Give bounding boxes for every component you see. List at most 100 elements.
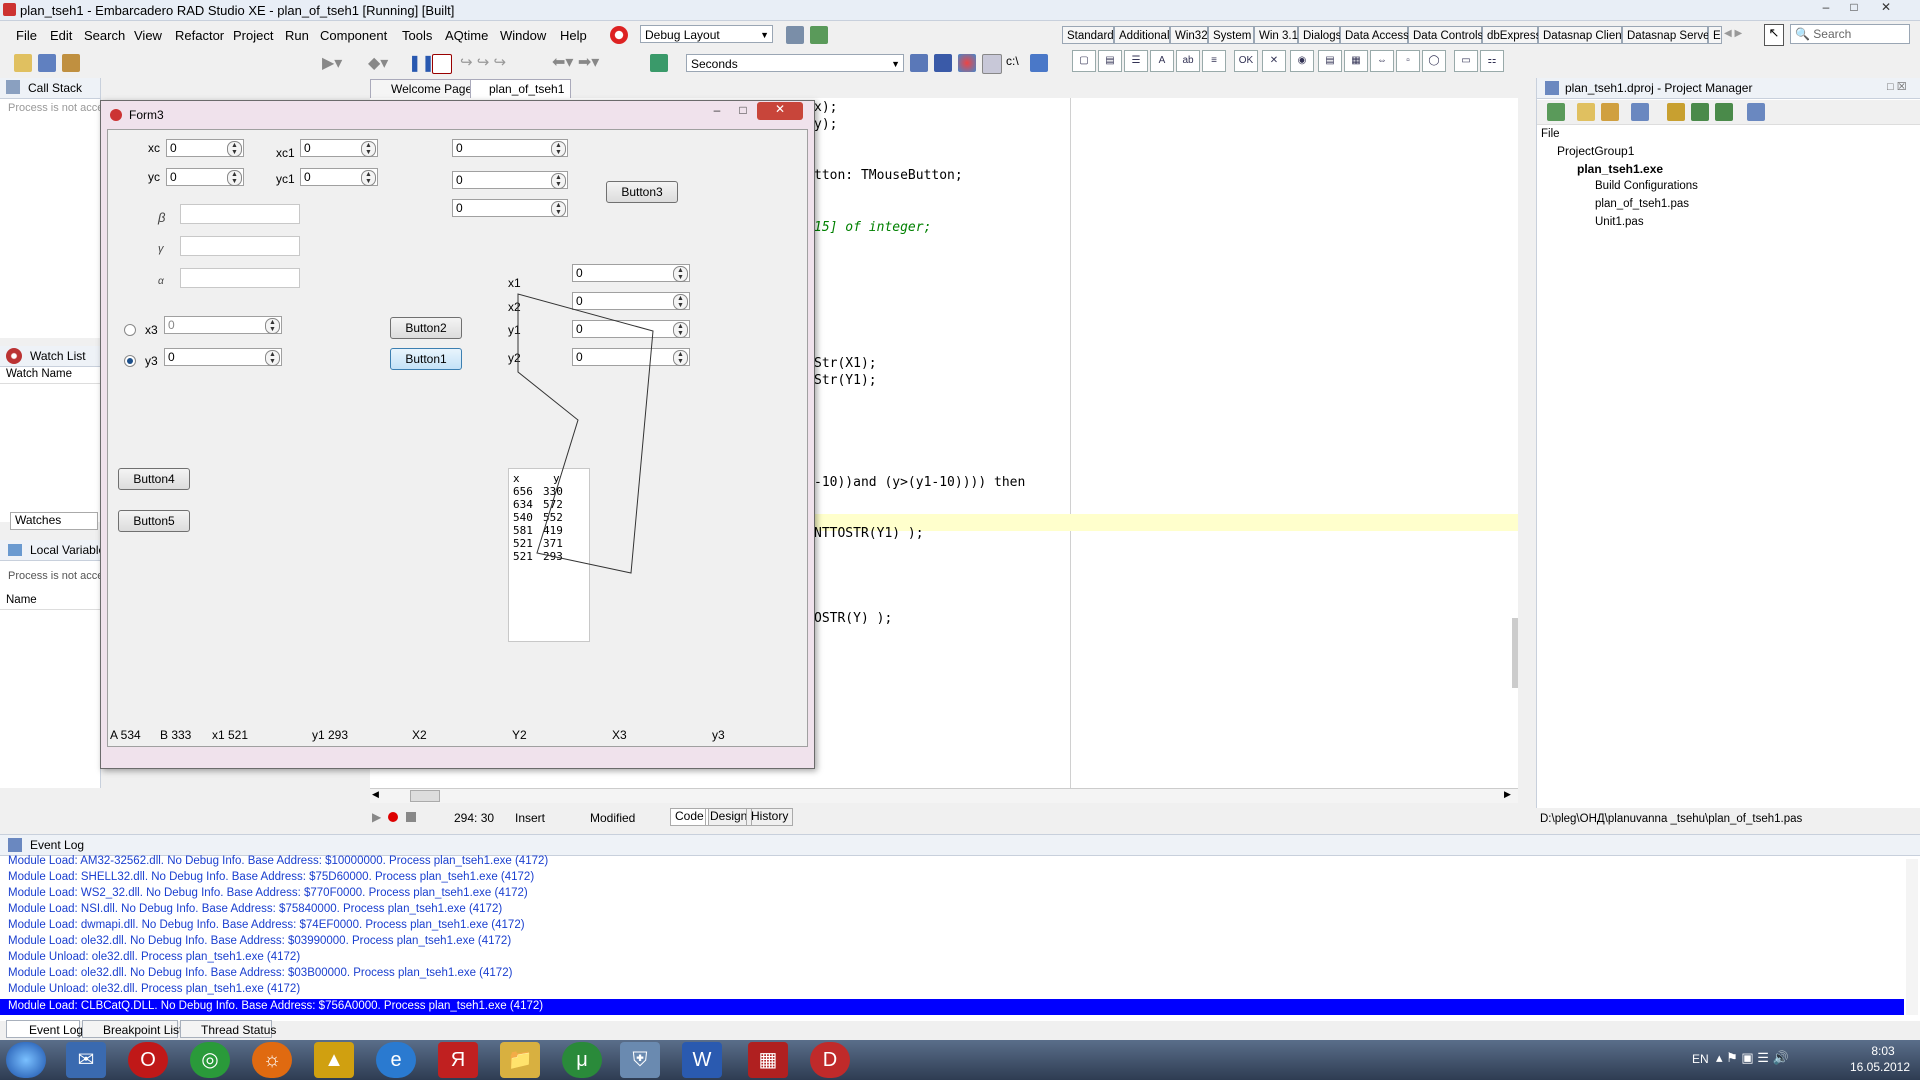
trace-into-icon[interactable]: ↪ ↪ ↪ xyxy=(460,53,506,71)
mainmenu-icon[interactable]: ▤ xyxy=(1098,50,1122,72)
hscroll-left-icon[interactable]: ◀ xyxy=(372,789,379,800)
pin-close-icon[interactable]: □ ☒ xyxy=(1887,80,1907,93)
start-button[interactable] xyxy=(6,1042,46,1078)
menu-help[interactable]: Help xyxy=(560,28,587,43)
tree-unit1-pas[interactable]: Unit1.pas xyxy=(1595,216,1644,228)
button-icon[interactable]: OK xyxy=(1234,50,1258,72)
menu-window[interactable]: Window xyxy=(500,28,546,43)
menu-refactor[interactable]: Refactor xyxy=(175,28,224,43)
menu-component[interactable]: Component xyxy=(320,28,387,43)
close-button[interactable]: ✕ xyxy=(1874,0,1898,16)
tree-project-exe[interactable]: plan_tseh1.exe xyxy=(1577,162,1663,176)
aq-run-icon[interactable] xyxy=(910,54,928,72)
tab-thread-status[interactable]: Thread Status xyxy=(180,1020,276,1038)
watches-tab[interactable]: Watches xyxy=(10,512,98,530)
log-scrollbar[interactable] xyxy=(1906,859,1918,1015)
stop-icon[interactable] xyxy=(610,26,628,44)
menu-run[interactable]: Run xyxy=(285,28,309,43)
ie-icon[interactable]: e xyxy=(376,1042,416,1078)
explorer-icon[interactable]: 📁 xyxy=(500,1042,540,1078)
edit-icon[interactable]: ab xyxy=(1176,50,1200,72)
security-shield-icon[interactable]: ⛨ xyxy=(620,1042,660,1078)
menu-aqtime[interactable]: AQtime xyxy=(445,28,488,43)
palette-tab-additional[interactable]: Additional xyxy=(1114,26,1170,44)
popupmenu-icon[interactable]: ☰ xyxy=(1124,50,1148,72)
add-file-icon[interactable] xyxy=(1577,103,1595,121)
step-icon[interactable]: ◆▾ xyxy=(368,53,388,73)
layout-combo[interactable]: Debug Layout ▼ xyxy=(640,25,773,43)
aq-chart-icon[interactable] xyxy=(958,54,976,72)
layout-switch-icon[interactable] xyxy=(810,26,828,44)
run-icon[interactable]: ▶▾ xyxy=(322,53,342,73)
palette-tab-standard[interactable]: Standard xyxy=(1062,26,1114,44)
aq-options-icon[interactable] xyxy=(982,54,1002,74)
remove-file-icon[interactable] xyxy=(1601,103,1619,121)
open-project-icon[interactable] xyxy=(62,54,80,72)
palette-tab-more[interactable]: E xyxy=(1708,26,1722,44)
palette-tab-data-access[interactable]: Data Access xyxy=(1340,26,1409,44)
activate-icon[interactable] xyxy=(1547,103,1565,121)
checkbox-icon[interactable]: ✕ xyxy=(1262,50,1286,72)
memo-icon[interactable]: ≡ xyxy=(1202,50,1226,72)
palette-search[interactable]: 🔍 Search xyxy=(1790,24,1910,44)
palette-tab-datasnap-server[interactable]: Datasnap Server xyxy=(1622,26,1713,44)
new-icon[interactable] xyxy=(14,54,32,72)
menu-search[interactable]: Search xyxy=(84,28,125,43)
editor-vscroll-thumb[interactable] xyxy=(1512,618,1518,688)
palette-tab-datasnap-client[interactable]: Datasnap Client xyxy=(1538,26,1625,44)
back-icon[interactable]: ⬅▾ ➡▾ xyxy=(552,52,599,72)
menu-file[interactable]: File xyxy=(16,28,37,43)
form3-close-button[interactable]: ✕ xyxy=(757,102,803,120)
groupbox-icon[interactable]: ▫ xyxy=(1396,50,1420,72)
combobox-icon[interactable]: ▦ xyxy=(1344,50,1368,72)
palette-tab-dbexpress[interactable]: dbExpress xyxy=(1482,26,1541,44)
form3-minimize-button[interactable]: – xyxy=(705,103,729,119)
pointer-icon[interactable]: ↖ xyxy=(1764,24,1784,46)
yandex-icon[interactable]: Я xyxy=(438,1042,478,1078)
help-icon[interactable] xyxy=(1030,54,1048,72)
tray-icons[interactable]: ▴ ⚑ ▣ ☰ 🔊 xyxy=(1716,1050,1789,1066)
aq-results-icon[interactable] xyxy=(934,54,952,72)
editor-hscrollbar[interactable]: ◀ ▶ xyxy=(370,788,1518,803)
language-indicator[interactable]: EN xyxy=(1692,1052,1709,1066)
actionlist-icon[interactable]: ⚏ xyxy=(1480,50,1504,72)
view-icon[interactable] xyxy=(1747,103,1765,121)
maximize-button[interactable]: □ xyxy=(1842,0,1866,16)
tree-plan-of-tseh1-pas[interactable]: plan_of_tseh1.pas xyxy=(1595,198,1689,210)
record-icon[interactable] xyxy=(388,812,398,822)
palette-tab-win32[interactable]: Win32 xyxy=(1170,26,1208,44)
radiogroup-icon[interactable]: ◯ xyxy=(1422,50,1446,72)
clock-time[interactable]: 8:03 xyxy=(1854,1044,1912,1058)
listbox-icon[interactable]: ▤ xyxy=(1318,50,1342,72)
tab-history[interactable]: History xyxy=(746,808,794,826)
reset-icon[interactable] xyxy=(432,54,452,74)
save-icon[interactable] xyxy=(38,54,56,72)
component-icon[interactable] xyxy=(650,54,668,72)
hscroll-right-icon[interactable]: ▶ xyxy=(1504,789,1511,800)
collapse-icon[interactable] xyxy=(1715,103,1733,121)
palette-tab-win31[interactable]: Win 3.1 xyxy=(1254,26,1298,44)
utorrent-icon[interactable]: μ xyxy=(562,1042,602,1078)
pause-icon[interactable]: ❚❚ xyxy=(408,53,435,73)
sync-icon[interactable] xyxy=(1667,103,1685,121)
palette-scroll-icon[interactable]: ◀ ▶ xyxy=(1724,28,1742,39)
scrollbar-icon[interactable]: ⇔ xyxy=(1370,50,1394,72)
options-icon[interactable] xyxy=(1631,103,1649,121)
menu-view[interactable]: View xyxy=(134,28,162,43)
palette-tab-dialogs[interactable]: Dialogs xyxy=(1298,26,1341,44)
seconds-combo[interactable]: Seconds ▼ xyxy=(686,54,904,72)
menu-project[interactable]: Project xyxy=(233,28,273,43)
opera-icon[interactable]: O xyxy=(128,1042,168,1078)
delphi-app-icon[interactable]: D xyxy=(810,1042,850,1078)
layout-save-icon[interactable] xyxy=(786,26,804,44)
chrome-icon[interactable]: ◎ xyxy=(190,1042,230,1078)
cmd-icon[interactable]: c:\ xyxy=(1006,54,1019,68)
frames-icon[interactable]: ▢ xyxy=(1072,50,1096,72)
hscroll-thumb[interactable] xyxy=(410,790,440,802)
stop-record-icon[interactable] xyxy=(406,812,416,822)
palette-tab-system[interactable]: System xyxy=(1208,26,1254,44)
firefox-icon[interactable]: ☼ xyxy=(252,1042,292,1078)
local-variables-name-column[interactable]: Name xyxy=(0,594,100,610)
selected-log-row[interactable]: Module Load: CLBCatQ.DLL. No Debug Info.… xyxy=(0,999,1904,1015)
expand-icon[interactable] xyxy=(1691,103,1709,121)
